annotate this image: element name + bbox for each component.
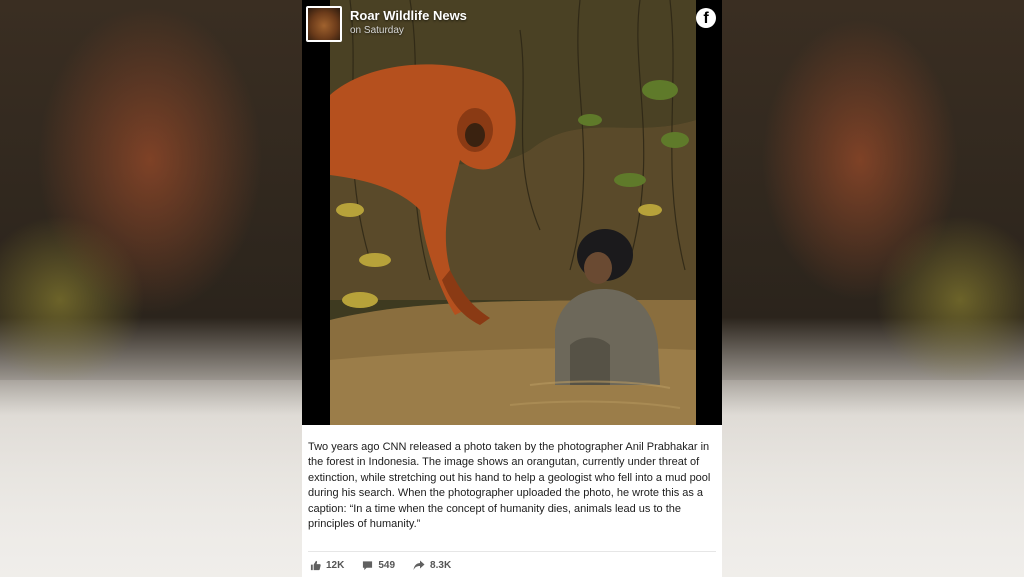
post-caption-area: Two years ago CNN released a photo taken… xyxy=(302,425,722,577)
divider xyxy=(308,551,716,552)
engagement-bar: 12K 549 8.3K xyxy=(310,557,451,573)
share-count: 8.3K xyxy=(430,559,452,571)
like-count: 12K xyxy=(326,559,345,571)
post-timestamp[interactable]: on Saturday xyxy=(350,24,467,37)
facebook-icon: f xyxy=(696,8,716,28)
comment-count: 549 xyxy=(378,559,396,571)
post-header: Roar Wildlife News on Saturday xyxy=(306,6,718,46)
post-meta: Roar Wildlife News on Saturday xyxy=(350,8,467,37)
thumbs-up-icon xyxy=(310,560,321,570)
post-caption: Two years ago CNN released a photo taken… xyxy=(308,441,711,531)
share-count-button[interactable]: 8.3K xyxy=(413,560,451,571)
share-arrow-icon xyxy=(413,560,425,570)
post-photo[interactable] xyxy=(330,0,696,425)
comment-icon xyxy=(363,560,373,570)
facebook-post-card: Roar Wildlife News on Saturday f Two yea… xyxy=(302,0,722,577)
post-media-area: Roar Wildlife News on Saturday f xyxy=(302,0,722,425)
page-name-link[interactable]: Roar Wildlife News xyxy=(350,8,467,24)
like-count-button[interactable]: 12K xyxy=(310,560,344,571)
page-avatar[interactable] xyxy=(306,6,342,42)
orangutan-photo-illustration xyxy=(330,0,696,425)
comment-count-button[interactable]: 549 xyxy=(362,560,395,571)
